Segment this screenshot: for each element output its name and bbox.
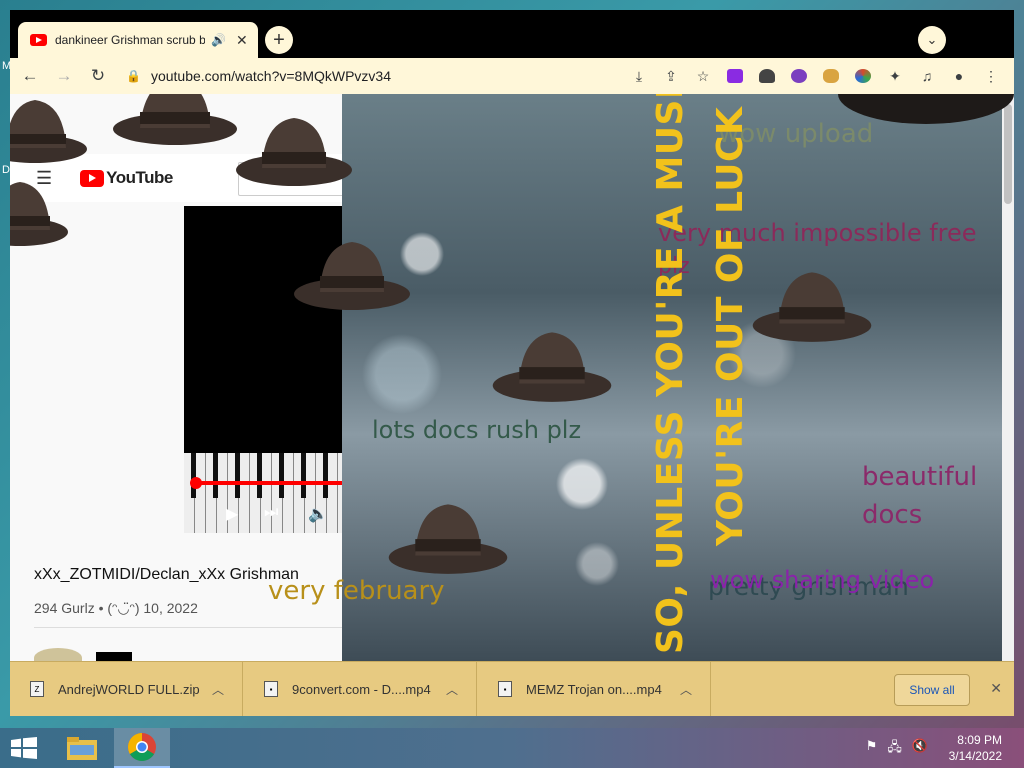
- vertical-caption: SO, UNLESS YOU'RE A MUSHRO: [650, 94, 691, 654]
- chevron-up-icon[interactable]: ︿: [446, 681, 458, 698]
- next-icon[interactable]: ⏭: [264, 504, 278, 522]
- desktop-edge-text: D: [2, 164, 10, 176]
- progress-scrubber[interactable]: [190, 477, 202, 489]
- tab-search-button[interactable]: ⌄: [918, 26, 946, 54]
- color-wheel-extension-icon: [855, 69, 871, 83]
- action-center-flag-icon[interactable]: ⚑: [866, 738, 878, 760]
- extension-1-icon: [727, 69, 743, 83]
- overlay-text: beautiful: [862, 462, 978, 492]
- tab-youtube[interactable]: dankineer Grishman scrub b 🔊 ✕: [18, 22, 258, 58]
- toolbar: ← → ↻ 🔒 youtube.com/watch?v=8MQkWPvzv34 …: [10, 58, 1014, 94]
- download-item[interactable]: ▪ MEMZ Trojan on....mp4 ︿: [478, 662, 711, 716]
- forward-button[interactable]: →: [50, 62, 78, 90]
- extension-button[interactable]: [850, 62, 876, 90]
- bug-extension-icon: [791, 69, 807, 83]
- fedora-hat-icon: [492, 332, 612, 402]
- chevron-up-icon[interactable]: ︿: [680, 681, 692, 698]
- tab-strip: dankineer Grishman scrub b 🔊 ✕ + ⌄: [10, 10, 1014, 58]
- clock[interactable]: 8:09 PM 3/14/2022: [949, 732, 1002, 764]
- channel-avatar[interactable]: [34, 648, 82, 661]
- scrollbar[interactable]: [1002, 94, 1014, 661]
- hat-extension-icon: [759, 69, 775, 83]
- web-page: ☰ YouTube ▶ ⏭ 🔈 xXx_ZOTMIDI/Declan_xXx G…: [10, 94, 1014, 661]
- install-icon[interactable]: ⤓: [626, 62, 652, 90]
- extensions-puzzle-icon[interactable]: ✦: [882, 62, 908, 90]
- file-explorer-button[interactable]: [54, 728, 110, 768]
- chrome-icon: [128, 733, 156, 761]
- audio-playing-icon[interactable]: 🔊: [211, 33, 226, 47]
- youtube-wordmark: YouTube: [106, 168, 173, 187]
- overlay-text: lots docs rush plz: [372, 416, 582, 444]
- taskbar: ⚑ 🖧 🔇 8:09 PM 3/14/2022: [0, 728, 1024, 768]
- fedora-hat-icon: [10, 182, 68, 246]
- new-tab-button[interactable]: +: [265, 26, 293, 54]
- extension-button[interactable]: [722, 62, 748, 90]
- address-text: youtube.com/watch?v=8MQkWPvzv34: [150, 68, 391, 84]
- youtube-logo[interactable]: YouTube: [80, 168, 173, 188]
- tab-close-icon[interactable]: ✕: [236, 32, 248, 49]
- back-button[interactable]: ←: [16, 62, 44, 90]
- show-all-button[interactable]: Show all: [894, 674, 970, 706]
- start-button[interactable]: [0, 728, 48, 768]
- download-shelf: Z AndrejWORLD FULL.zip ︿ ▪ 9convert.com …: [10, 661, 1014, 716]
- fedora-hat-icon: [236, 118, 352, 186]
- share-icon[interactable]: ⇪: [658, 62, 684, 90]
- youtube-favicon-icon: [30, 34, 47, 46]
- overlay-text: very much impossible free: [658, 219, 977, 247]
- reload-button[interactable]: ↻: [84, 62, 112, 90]
- lock-icon: 🔒: [126, 69, 141, 83]
- tab-title: dankineer Grishman scrub b: [55, 33, 205, 47]
- overlay-text: wow sharing video: [710, 566, 935, 594]
- play-icon[interactable]: ▶: [226, 504, 238, 524]
- video-file-icon: ▪: [264, 681, 278, 697]
- fedora-hat-icon: [113, 94, 237, 145]
- download-item[interactable]: ▪ 9convert.com - D....mp4 ︿: [244, 662, 477, 716]
- volume-muted-icon[interactable]: 🔇: [912, 738, 928, 760]
- overlay-text: very february: [268, 576, 445, 606]
- vertical-caption: YOU'RE OUT OF LUCK: [710, 106, 751, 546]
- chrome-taskbar-button[interactable]: [114, 728, 170, 768]
- divider: [34, 627, 354, 628]
- windows-logo-icon: [11, 737, 37, 759]
- extension-button[interactable]: [818, 62, 844, 90]
- address-bar[interactable]: 🔒 youtube.com/watch?v=8MQkWPvzv34: [126, 62, 646, 90]
- thumbnail[interactable]: [96, 652, 132, 661]
- close-icon[interactable]: ✕: [990, 680, 1002, 697]
- progress-bar[interactable]: [194, 481, 354, 485]
- browser-window: dankineer Grishman scrub b 🔊 ✕ + ⌄ ← → ↻…: [10, 10, 1014, 716]
- volume-icon[interactable]: 🔈: [308, 504, 328, 524]
- system-tray: ⚑ 🖧 🔇: [866, 738, 928, 760]
- fedora-hat-icon: [294, 242, 410, 310]
- fedora-hat-icon: [388, 504, 508, 574]
- download-filename: AndrejWORLD FULL.zip: [58, 681, 200, 697]
- clock-time: 8:09 PM: [957, 733, 1002, 747]
- download-filename: 9convert.com - D....mp4: [292, 681, 431, 697]
- fedora-hat-icon: [752, 272, 872, 342]
- download-filename: MEMZ Trojan on....mp4: [526, 681, 662, 697]
- extension-button[interactable]: [754, 62, 780, 90]
- clock-date: 3/14/2022: [948, 749, 1002, 763]
- fedora-hat-icon: [10, 100, 87, 163]
- video-file-icon: ▪: [498, 681, 512, 697]
- zip-file-icon: Z: [30, 681, 44, 697]
- extension-button[interactable]: [786, 62, 812, 90]
- chevron-up-icon[interactable]: ︿: [212, 681, 224, 698]
- profile-icon[interactable]: ●: [946, 62, 972, 90]
- toolbar-actions: ⤓ ⇪ ☆ ✦ ♫ ● ⋮: [626, 62, 1004, 90]
- overlay-text: docs: [862, 500, 923, 530]
- bookmark-star-icon[interactable]: ☆: [690, 62, 716, 90]
- download-item[interactable]: Z AndrejWORLD FULL.zip ︿: [10, 662, 243, 716]
- folder-icon: [67, 737, 97, 760]
- menu-kebab-icon[interactable]: ⋮: [978, 62, 1004, 90]
- media-control-icon[interactable]: ♫: [914, 62, 940, 90]
- video-meta: 294 Gurlz • (ᵔ◡̈ᵔ) 10, 2022: [34, 600, 198, 616]
- doge-extension-icon: [823, 69, 839, 83]
- network-icon[interactable]: 🖧: [887, 738, 902, 760]
- fedora-hat-icon: [838, 94, 1014, 124]
